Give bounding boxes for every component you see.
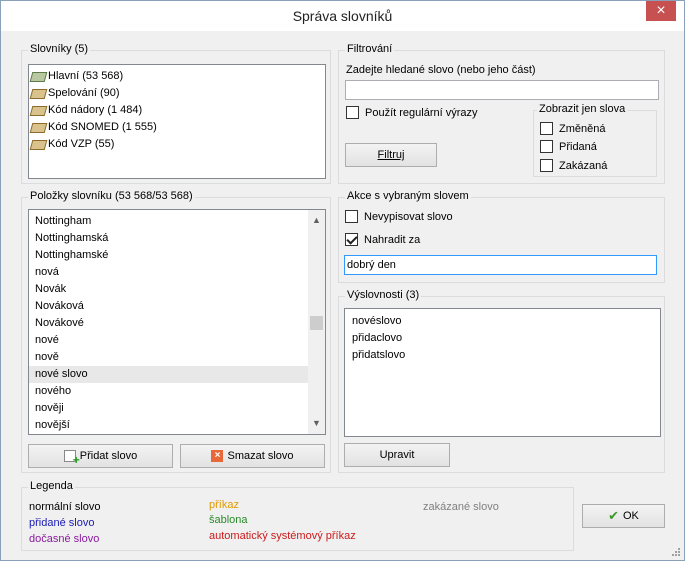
title-bar: Správa slovníků × [1, 1, 684, 31]
legend-forbidden: zakázané slovo [423, 501, 499, 513]
dictionary-item-label: Kód VZP (55) [48, 137, 115, 150]
filter-button[interactable]: Filtruj [345, 143, 437, 167]
table-row[interactable]: nová [29, 264, 309, 281]
replace-checkbox-label: Nahradit za [364, 233, 421, 246]
dictionary-item-label: Kód nádory (1 484) [48, 103, 143, 116]
add-word-icon: + [63, 450, 80, 466]
table-row[interactable]: Nottinghamské [29, 247, 309, 264]
book-icon [31, 122, 45, 132]
replace-input[interactable] [344, 255, 657, 275]
table-row[interactable]: novější [29, 417, 309, 434]
table-row[interactable]: nověji [29, 400, 309, 417]
legend-auto-command: automatický systémový příkaz [209, 530, 356, 542]
forbidden-checkbox-box[interactable] [540, 159, 553, 172]
dictionary-item-label: Kód SNOMED (1 555) [48, 120, 157, 133]
show-only-group: Zobrazit jen slova Změněná Přidaná Zakáz… [533, 103, 657, 177]
ok-button-label: OK [623, 510, 639, 522]
window-title: Správa slovníků [292, 8, 393, 24]
added-checkbox-box[interactable] [540, 140, 553, 153]
dictionary-manager-window: Správa slovníků × Slovníky (5) Hlavní (5… [0, 0, 685, 561]
replace-checkbox[interactable]: Nahradit za [345, 233, 420, 246]
legend-group: Legenda normální slovo přidané slovo doč… [21, 480, 574, 551]
dictionaries-group: Slovníky (5) Hlavní (53 568) Spelování (… [21, 43, 331, 184]
legend-temporary: dočasné slovo [29, 533, 100, 545]
regex-checkbox-label: Použít regulární výrazy [365, 106, 478, 119]
table-row[interactable]: Novákové [29, 315, 309, 332]
dictionary-item[interactable]: Kód nádory (1 484) [29, 101, 325, 118]
forbidden-checkbox[interactable]: Zakázaná [540, 159, 607, 172]
delete-word-label: Smazat slovo [227, 450, 294, 462]
dictionary-item[interactable]: Kód VZP (55) [29, 135, 325, 152]
edit-button-label: Upravit [379, 449, 415, 461]
changed-checkbox-label: Změněná [559, 122, 606, 135]
check-icon: ✔ [608, 508, 619, 523]
book-icon [31, 139, 45, 149]
filter-button-label: Filtruj [377, 149, 405, 161]
scroll-up-icon[interactable]: ▲ [308, 212, 325, 229]
items-label: Položky slovníku (53 568/53 568) [28, 190, 195, 202]
table-row[interactable]: nového [29, 383, 309, 400]
items-scrollbar[interactable]: ▲ ▼ [308, 210, 325, 434]
delete-word-button[interactable]: × Smazat slovo [180, 444, 325, 468]
changed-checkbox-box[interactable] [540, 122, 553, 135]
added-checkbox[interactable]: Přidaná [540, 140, 597, 153]
no-write-checkbox[interactable]: Nevypisovat slovo [345, 210, 453, 223]
dictionary-item[interactable]: Spelování (90) [29, 84, 325, 101]
dictionaries-list[interactable]: Hlavní (53 568) Spelování (90) Kód nádor… [28, 64, 326, 179]
filter-input[interactable] [345, 80, 659, 100]
legend-label: Legenda [28, 480, 75, 492]
added-checkbox-label: Přidaná [559, 140, 597, 153]
book-icon [31, 88, 45, 98]
filter-prompt: Zadejte hledané slovo (nebo jeho část) [346, 64, 536, 76]
edit-button[interactable]: Upravit [344, 443, 450, 467]
table-row[interactable]: nové slovo [29, 366, 309, 383]
table-row[interactable]: nově [29, 349, 309, 366]
items-rows: Nottingham Nottinghamská Nottinghamské nová… [29, 213, 309, 434]
pronunciations-group: Výslovnosti (3) novéslovo přidaclovo při… [338, 289, 665, 473]
pronunciation-item[interactable]: novéslovo [345, 313, 660, 330]
legend-normal: normální slovo [29, 501, 101, 513]
table-row[interactable]: Nottinghamská [29, 230, 309, 247]
pronunciation-item[interactable]: přidatslovo [345, 347, 660, 364]
close-button[interactable]: × [646, 1, 676, 21]
dictionary-item[interactable]: Kód SNOMED (1 555) [29, 118, 325, 135]
resize-grip-icon[interactable] [671, 547, 681, 557]
items-group: Položky slovníku (53 568/53 568) Notting… [21, 190, 331, 473]
book-icon [31, 105, 45, 115]
scroll-down-icon[interactable]: ▼ [308, 415, 325, 432]
legend-template: šablona [209, 514, 248, 526]
regex-checkbox-box[interactable] [346, 106, 359, 119]
legend-added: přidané slovo [29, 517, 95, 529]
regex-checkbox[interactable]: Použít regulární výrazy [346, 106, 478, 119]
changed-checkbox[interactable]: Změněná [540, 122, 605, 135]
dictionaries-label: Slovníky (5) [28, 43, 91, 55]
replace-checkbox-box[interactable] [345, 233, 358, 246]
ok-button[interactable]: ✔ OK [582, 504, 665, 528]
book-main-icon [31, 71, 45, 81]
delete-icon: × [211, 450, 224, 462]
dictionary-item-label: Spelování (90) [48, 86, 120, 99]
dictionary-item[interactable]: Hlavní (53 568) [29, 67, 325, 84]
show-only-label: Zobrazit jen slova [537, 103, 628, 115]
pronunciations-list[interactable]: novéslovo přidaclovo přidatslovo [344, 308, 661, 437]
filter-group: Filtrování Zadejte hledané slovo (nebo j… [338, 43, 665, 184]
pronunciations-label: Výslovnosti (3) [345, 289, 422, 301]
table-row[interactable]: Nottingham [29, 213, 309, 230]
no-write-checkbox-box[interactable] [345, 210, 358, 223]
table-row[interactable]: Novák [29, 281, 309, 298]
legend-command: příkaz [209, 499, 239, 511]
add-word-button[interactable]: + Přidat slovo [28, 444, 173, 468]
actions-group: Akce s vybraným slovem Nevypisovat slovo… [338, 190, 665, 283]
dictionary-item-label: Hlavní (53 568) [48, 69, 124, 82]
table-row[interactable]: nové [29, 332, 309, 349]
scroll-thumb[interactable] [310, 316, 323, 330]
add-word-label: Přidat slovo [79, 450, 138, 462]
pronunciation-item[interactable]: přidaclovo [345, 330, 660, 347]
no-write-checkbox-label: Nevypisovat slovo [364, 210, 453, 223]
items-list[interactable]: Nottingham Nottinghamská Nottinghamské nová… [28, 209, 326, 435]
actions-label: Akce s vybraným slovem [345, 190, 471, 202]
filter-label: Filtrování [345, 43, 395, 55]
table-row[interactable]: Nováková [29, 298, 309, 315]
forbidden-checkbox-label: Zakázaná [559, 159, 608, 172]
